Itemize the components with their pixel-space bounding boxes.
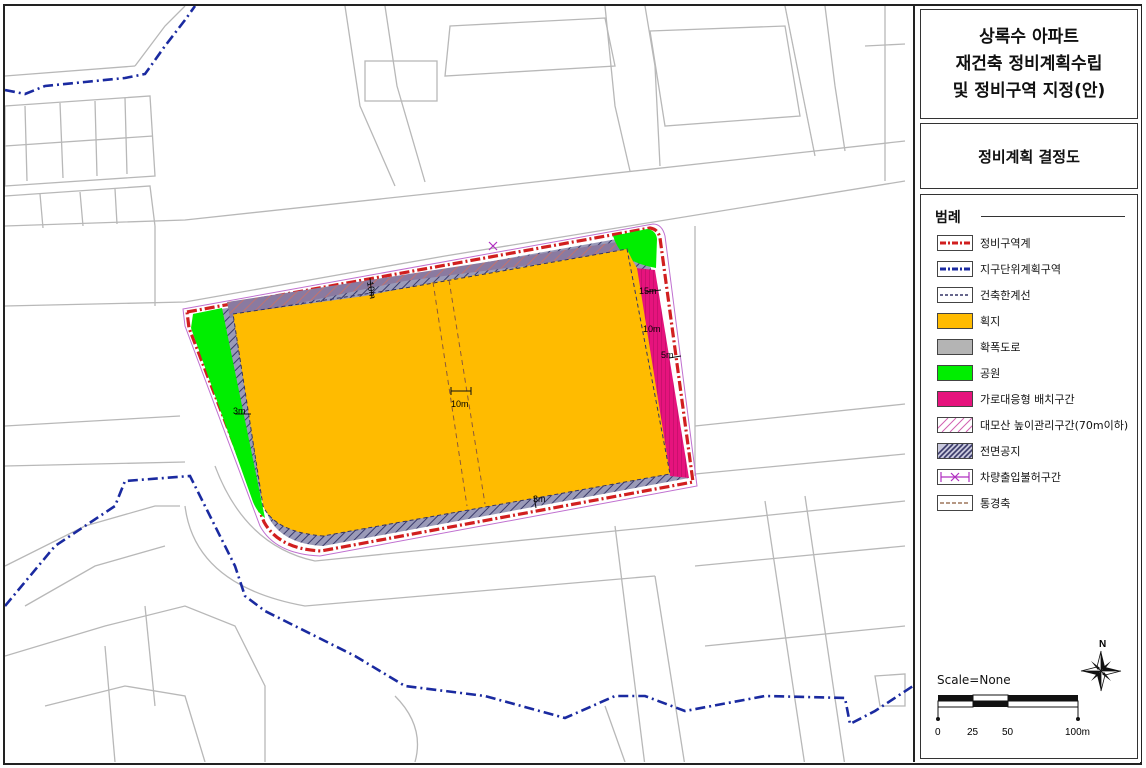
subtitle-box: 정비계획 결정도 xyxy=(920,123,1138,189)
legend-item-front-open-space: 전면공지 xyxy=(937,441,1020,461)
dim-label-center-10m: 10m xyxy=(451,399,469,409)
swatch-x-line-icon xyxy=(937,469,973,485)
scale-tick-25: 25 xyxy=(967,727,979,738)
swatch-road-fill-icon xyxy=(937,339,973,355)
swatch-dashed-line-icon xyxy=(937,287,973,303)
legend-label: 전면공지 xyxy=(980,445,1021,458)
legend-label: 통경축 xyxy=(980,497,1011,510)
title-line-1: 상록수 아파트 xyxy=(979,26,1079,47)
map-canvas: 10m 15m 10m 5m 3m 10m 3m xyxy=(5,6,913,762)
swatch-brown-dashed-icon xyxy=(937,495,973,511)
legend-item-redevelopment-boundary: 정비구역계 xyxy=(937,233,1031,253)
legend-item-street-facing: 가로대응형 배치구간 xyxy=(937,389,1075,409)
legend-label: 대모산 높이관리구간(70m이하) xyxy=(980,419,1129,432)
legend-title-rule xyxy=(981,216,1125,217)
legend-label: 획지 xyxy=(980,315,1001,328)
swatch-blue-dash-dot-icon xyxy=(937,261,973,277)
legend-label: 건축한계선 xyxy=(980,289,1031,302)
scale-tick-0: 0 xyxy=(935,727,941,738)
north-label: N xyxy=(1099,639,1106,650)
legend-label: 정비구역계 xyxy=(980,237,1031,250)
legend-box: 범례 정비구역계 지구단위계획구역 건축한계선 획지 확폭도로 공원 가로대응형… xyxy=(920,194,1138,759)
title-box: 상록수 아파트 재건축 정비계획수립 및 정비구역 지정(안) xyxy=(920,9,1138,119)
dim-label-east-10m: 10m xyxy=(643,324,661,334)
swatch-park-fill-icon xyxy=(937,365,973,381)
dim-label-south-3m: 3m xyxy=(533,494,546,504)
legend-label: 확폭도로 xyxy=(980,341,1021,354)
title-line-2: 재건축 정비계획수립 xyxy=(955,53,1103,74)
legend-item-building-line: 건축한계선 xyxy=(937,285,1031,305)
swatch-red-dash-dot-icon xyxy=(937,235,973,251)
north-arrow-icon: N xyxy=(1080,639,1122,692)
legend-item-district-unit-plan: 지구단위계획구역 xyxy=(937,259,1061,279)
scale-tick-50: 50 xyxy=(1002,727,1014,738)
dim-label-west-3m: 3m xyxy=(233,406,246,416)
legend-item-site: 획지 xyxy=(937,311,1000,331)
scale-tick-100m: 100m xyxy=(1065,727,1090,738)
legend-panel: 상록수 아파트 재건축 정비계획수립 및 정비구역 지정(안) 정비계획 결정도… xyxy=(913,6,1141,762)
legend-label: 차량출입불허구간 xyxy=(980,471,1061,484)
legend-item-view-corridor: 통경축 xyxy=(937,493,1010,513)
legend-item-park: 공원 xyxy=(937,363,1000,383)
map-subtitle: 정비계획 결정도 xyxy=(978,147,1080,166)
dim-label-5m: 5m xyxy=(661,350,674,360)
title-line-3: 및 정비구역 지정(안) xyxy=(952,80,1106,101)
swatch-magenta-fill-icon xyxy=(937,391,973,407)
legend-title: 범례 xyxy=(935,210,961,226)
map-area: 10m 15m 10m 5m 3m 10m 3m xyxy=(5,6,913,762)
swatch-pink-hatch-icon xyxy=(937,417,973,433)
swatch-site-fill-icon xyxy=(937,313,973,329)
legend-label: 가로대응형 배치구간 xyxy=(980,393,1075,406)
legend-item-height-zone: 대모산 높이관리구간(70m이하) xyxy=(937,415,1128,435)
legend-item-widened-road: 확폭도로 xyxy=(937,337,1020,357)
scale-text: Scale=None xyxy=(937,673,1011,687)
legend-label: 공원 xyxy=(980,367,1001,380)
legend-item-no-vehicle-access: 차량출입불허구간 xyxy=(937,467,1061,487)
swatch-navy-hatch-icon xyxy=(937,443,973,459)
dim-label-15m: 15m xyxy=(639,286,657,296)
legend-label: 지구단위계획구역 xyxy=(980,263,1061,276)
scale-bar: 0 25 50 100m xyxy=(935,694,1090,738)
